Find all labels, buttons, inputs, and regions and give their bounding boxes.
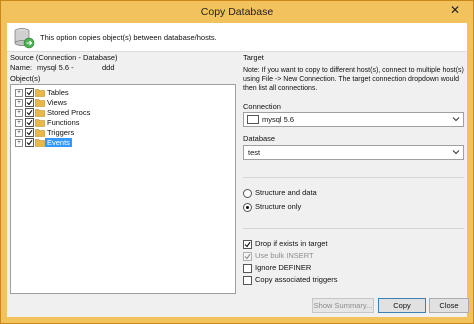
section-divider	[243, 228, 464, 229]
tree-item-label: Triggers	[47, 128, 75, 137]
copy-button[interactable]: Copy	[378, 298, 426, 313]
show-summary-button: Show Summary...	[312, 298, 374, 313]
dialog-client-area: This option copies object(s) between dat…	[7, 23, 469, 317]
tree-item-label: Tables	[47, 88, 69, 97]
drop-if-exists-label: Drop if exists in target	[255, 239, 328, 248]
chevron-down-icon[interactable]	[452, 115, 460, 123]
tree-item-label: Events	[45, 138, 72, 147]
tree-item-checkbox[interactable]	[25, 108, 34, 117]
objects-label: Object(s)	[10, 74, 41, 83]
tree-item-checkbox[interactable]	[25, 138, 34, 147]
drop-if-exists-checkbox[interactable]	[243, 240, 252, 249]
expand-icon[interactable]: +	[15, 109, 23, 117]
window-close-icon[interactable]: ✕	[441, 2, 469, 19]
source-pane: Source (Connection - Database) Name: mys…	[10, 53, 236, 294]
target-database-value: test	[248, 148, 261, 157]
ignore-definer-checkbox[interactable]	[243, 264, 252, 273]
expand-icon[interactable]: +	[15, 99, 23, 107]
folder-icon	[35, 118, 45, 127]
folder-icon	[35, 108, 45, 117]
target-pane: Target Note: If you want to copy to diff…	[243, 53, 464, 315]
tree-item-checkbox[interactable]	[25, 118, 34, 127]
tree-item-checkbox[interactable]	[25, 88, 34, 97]
dialog-description: This option copies object(s) between dat…	[40, 33, 217, 42]
database-copy-icon	[13, 27, 35, 49]
structure-only-radio[interactable]	[243, 203, 252, 212]
dialog-header: This option copies object(s) between dat…	[7, 23, 467, 52]
database-label: Database	[243, 134, 276, 143]
target-connection-dropdown[interactable]: mysql 5.6	[243, 112, 464, 127]
folder-icon	[35, 138, 45, 147]
expand-icon[interactable]: +	[15, 139, 23, 147]
copy-database-window: Copy Database ✕ This option copies objec…	[0, 0, 474, 324]
source-name-label: Name:	[10, 63, 33, 72]
structure-only-label: Structure only	[255, 202, 302, 211]
source-database-value: ddd	[102, 63, 115, 72]
source-connection-value: mysql 5.6 -	[37, 63, 74, 72]
target-connection-value: mysql 5.6	[262, 115, 295, 124]
objects-tree[interactable]: + Tables + Views + Stored Procs + Functi…	[10, 84, 236, 294]
tree-item-label: Stored Procs	[47, 108, 91, 117]
target-section-label: Target	[243, 53, 264, 62]
close-button[interactable]: Close	[429, 298, 469, 313]
structure-and-data-radio[interactable]	[243, 189, 252, 198]
expand-icon[interactable]: +	[15, 129, 23, 137]
folder-icon	[35, 88, 45, 97]
title-bar[interactable]: Copy Database ✕	[1, 1, 473, 22]
tree-item-checkbox[interactable]	[25, 128, 34, 137]
connection-label: Connection	[243, 102, 281, 111]
ignore-definer-label: Ignore DEFINER	[255, 263, 312, 272]
source-section-label: Source (Connection - Database)	[10, 53, 118, 62]
bulk-insert-checkbox	[243, 252, 252, 261]
expand-icon[interactable]: +	[15, 89, 23, 97]
copy-triggers-label: Copy associated triggers	[255, 275, 338, 284]
source-name-row: Name: mysql 5.6 - ddd	[10, 63, 115, 72]
folder-icon	[35, 98, 45, 107]
tree-item-checkbox[interactable]	[25, 98, 34, 107]
connection-color-swatch	[247, 115, 259, 124]
window-title: Copy Database	[200, 6, 274, 18]
chevron-down-icon[interactable]	[452, 148, 460, 156]
folder-icon	[35, 128, 45, 137]
tree-item-label: Functions	[47, 118, 80, 127]
target-database-dropdown[interactable]: test	[243, 145, 464, 160]
structure-and-data-label: Structure and data	[255, 188, 317, 197]
tree-item-label: Views	[47, 98, 67, 107]
section-divider	[243, 177, 464, 178]
bulk-insert-label: Use bulk INSERT	[255, 251, 314, 260]
expand-icon[interactable]: +	[15, 119, 23, 127]
target-note: Note: If you want to copy to different h…	[243, 67, 464, 92]
copy-triggers-checkbox[interactable]	[243, 276, 252, 285]
